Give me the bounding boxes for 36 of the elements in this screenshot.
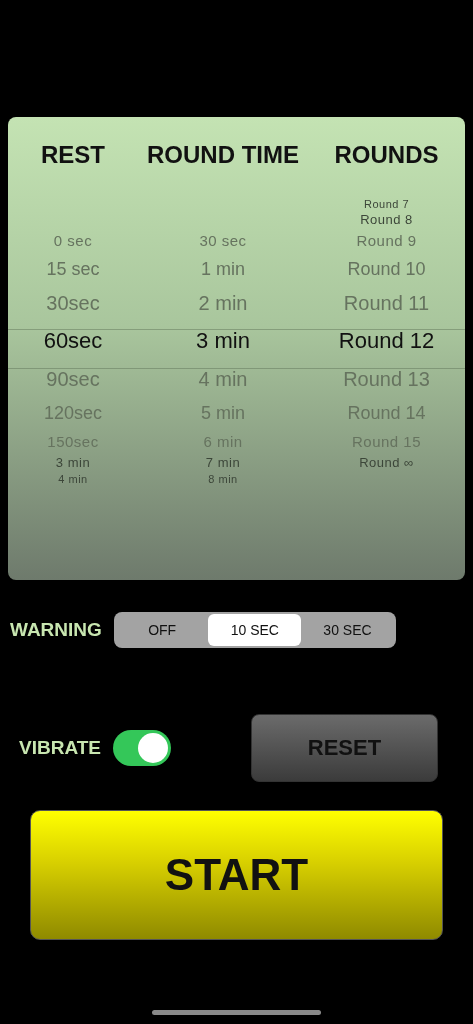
picker-option[interactable]: 7 min (138, 453, 308, 471)
vibrate-toggle[interactable] (113, 730, 171, 766)
picker-option[interactable]: Round 14 (308, 397, 465, 429)
picker-option[interactable]: 0 sec (8, 227, 138, 253)
picker-option[interactable]: 8 min (138, 471, 308, 487)
picker-option[interactable]: Round 7 (308, 197, 465, 211)
reset-button[interactable]: RESET (251, 714, 438, 782)
segment[interactable]: 30 SEC (301, 614, 394, 646)
picker-option[interactable]: 1 min (138, 253, 308, 285)
picker-option[interactable]: 15 sec (8, 253, 138, 285)
picker-option[interactable]: 30 sec (138, 227, 308, 253)
column-header: ROUNDS (333, 141, 440, 169)
picker-option[interactable]: 60sec (8, 321, 138, 361)
picker-option[interactable]: 5 min (138, 397, 308, 429)
warning-label: WARNING (10, 619, 102, 641)
picker-option[interactable]: 4 min (138, 361, 308, 397)
picker-option[interactable]: 2 min (138, 285, 308, 321)
picker-option[interactable]: Round 12 (308, 321, 465, 361)
picker-option[interactable]: Round 9 (308, 227, 465, 253)
column-header: ROUND TIME (146, 141, 300, 169)
picker-option[interactable]: 3 min (8, 453, 138, 471)
start-button[interactable]: START (30, 810, 443, 940)
segment[interactable]: OFF (115, 614, 209, 646)
picker-option[interactable]: 120sec (8, 397, 138, 429)
picker-option[interactable]: Round 11 (308, 285, 465, 321)
segment[interactable]: 10 SEC (208, 614, 302, 646)
picker-option[interactable]: 3 min (138, 321, 308, 361)
picker-option[interactable]: 4 min (8, 471, 138, 487)
picker-option[interactable]: Round 13 (308, 361, 465, 397)
picker-option[interactable]: Round 10 (308, 253, 465, 285)
column-header: REST (40, 141, 106, 169)
vibrate-label: VIBRATE (19, 737, 101, 759)
picker-option[interactable]: 90sec (8, 361, 138, 397)
picker-option[interactable]: Round ∞ (308, 453, 465, 471)
picker-option[interactable]: 30sec (8, 285, 138, 321)
picker-option[interactable]: Round 8 (308, 211, 465, 227)
